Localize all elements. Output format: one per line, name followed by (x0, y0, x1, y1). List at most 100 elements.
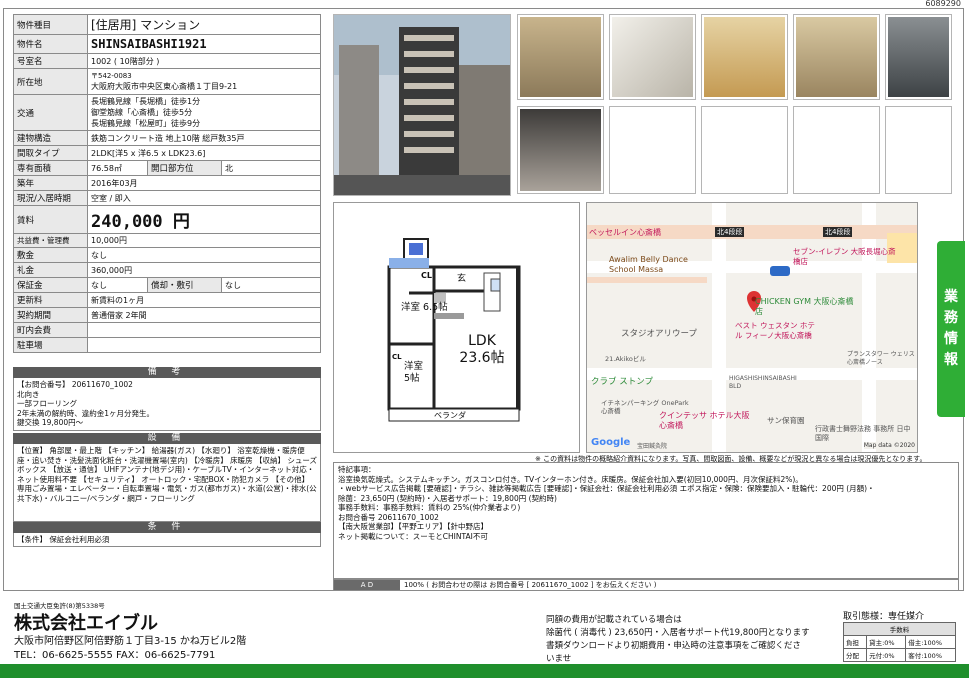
photo-empty (609, 106, 696, 194)
postal-code: 〒542-0083 (91, 72, 132, 80)
map-copyright: Map data ©2020 (863, 442, 915, 449)
spec-value: 新賃料の1ヶ月 (87, 292, 321, 308)
veranda-label: ベランダ (434, 411, 466, 420)
spec-key: 建物構造 (13, 130, 88, 146)
map-label: CHICKEN GYM 大阪心斎橋店 (755, 297, 854, 316)
spec-key: 開口部方位 (147, 160, 222, 176)
fee-note-line: 除菌代 ( 消毒代 ) 23,650円・入居者サポート代19,800円となります (546, 628, 810, 638)
spec-value: 空室 / 即入 (87, 190, 321, 206)
spec-value: なし (87, 277, 148, 293)
room-label: 洋室 6.5帖 (401, 302, 448, 313)
rent-value: 240,000 円 (87, 205, 321, 234)
setsubi-section: 設 備 【位置】 角部屋・最上階 【キッチン】 給湯器(ガス) 【水廻り】 浴室… (13, 433, 321, 522)
spec-value: なし (221, 277, 321, 293)
remarks-line: 事務手数料：事務手数料：賃料の 25%(仲介業者より) (338, 503, 521, 512)
photo-entrance[interactable] (517, 14, 604, 100)
photo-bicycle[interactable] (885, 14, 952, 100)
spec-key: 礼金 (13, 262, 88, 278)
spec-key: 交通 (13, 94, 88, 131)
room-label: 洋室 5帖 (404, 361, 424, 384)
remarks-line: 【南大阪営業部】【平野エリア】【針中野店】 (338, 522, 488, 531)
side-tab-char: 情 (944, 331, 958, 347)
remarks-line: ・webサービス広告掲載 [要確認]・チラシ、雑誌等掲載広告 [要確認]・保証会… (338, 484, 875, 493)
photo-lobby[interactable] (517, 106, 604, 194)
business-info-tab[interactable]: 業 務 情 報 (937, 241, 965, 417)
spec-key: 賃料 (13, 205, 88, 234)
photo-empty (885, 106, 952, 194)
bikou-line: 【お問合番号】 20611670_1002 (17, 380, 133, 389)
spec-key: 更新料 (13, 292, 88, 308)
photo-elevator[interactable] (793, 14, 880, 100)
address: 大阪府大阪市中央区東心斎橋１丁目9-21 (91, 82, 238, 91)
side-tab-char: 務 (944, 310, 958, 326)
remarks-line: ネット掲載について：スーモとCHINTAI不可 (338, 531, 488, 541)
area-map[interactable]: ベッセルイン心斎橋 北4段段 北4段段 Awalim Belly Dance S… (586, 202, 918, 453)
spec-value: 76.58㎡ (87, 160, 148, 176)
jouken-text: 【条件】 保証会社利用必須 (13, 533, 321, 547)
google-logo: Google (591, 437, 631, 448)
listing-id: 6089290 (925, 0, 961, 8)
spec-key: 保証金 (13, 277, 88, 293)
spec-key: 専有面積 (13, 160, 88, 176)
photo-mailbox[interactable] (609, 14, 696, 100)
room-label: LDK 23.6帖 (459, 333, 505, 366)
spec-key: 間取タイプ (13, 145, 88, 161)
spec-key: 共益費・管理費 (13, 233, 88, 248)
map-label: Awalim Belly Dance School Massa (609, 255, 688, 274)
closet-label: CL (421, 271, 432, 280)
bikou-line: 2年未満の解約時、違約金1ヶ月分発生。 (17, 408, 155, 418)
fee-value: 元付:0% (866, 648, 907, 662)
spec-table: 物件種目 [住居用] マンション 物件名 SHINSAIBASHI1921 号室名 1… (13, 14, 321, 353)
fee-key: 負担 (842, 635, 868, 649)
spec-value: [住居用] マンション (87, 14, 321, 35)
spec-value: 2LDK[洋5 x 洋6.5 x LDK23.6] (87, 145, 321, 161)
fee-value: 客付:100% (905, 648, 956, 662)
map-label: ベッセルイン心斎橋 (589, 228, 661, 237)
spec-value: 10,000円 (87, 233, 321, 248)
floor-plan[interactable]: 洋室 6.5帖 LDK 23.6帖 洋室 5帖 CL CL 玄 ベランダ (333, 202, 580, 453)
jouken-title: 条 件 (13, 522, 321, 533)
fee-header: 手数料 (843, 622, 956, 636)
spec-key: 町内会費 (13, 322, 88, 338)
company-address: 大阪市阿倍野区阿倍野筋１丁目3-15 かね万ビル2階 (14, 636, 247, 647)
map-label: 行政書士舞野法務 事務所 日中国際 (815, 425, 911, 442)
spec-key: 契約期間 (13, 307, 88, 323)
fee-note-line: 書類ダウンロードより初期費用・申込時の注意事項をご確認くださ (546, 641, 801, 651)
closet-label: CL (392, 353, 402, 361)
bikou-section: 備 考 【お問合番号】 20611670_1002 北向き 一部フローリング 2… (13, 367, 321, 431)
map-label: サン保育園 (767, 416, 805, 425)
setsubi-text: 【位置】 角部屋・最上階 【キッチン】 給湯器(ガス) 【水廻り】 浴室乾燥機・… (13, 444, 321, 522)
spec-value (87, 322, 321, 338)
transit-line: 長堀鶴見線「長堀橋」徒歩1分 (91, 97, 201, 106)
building-photo[interactable] (333, 14, 511, 196)
spec-value: なし (87, 247, 321, 263)
bikou-line: 一部フローリング (17, 399, 77, 408)
remarks-line: お問合番号 20611670_1002 (338, 512, 439, 522)
spec-value: 2016年03月 (87, 175, 321, 191)
fee-value: 貸主:0% (866, 635, 907, 649)
building-illustration (334, 15, 510, 195)
map-label: 宝田鍼灸院 (637, 443, 668, 450)
footer-strip (0, 664, 969, 678)
fee-note: 同額の費用が記載されている場合は 除菌代 ( 消毒代 ) 23,650円・入居者… (546, 614, 838, 666)
fee-note-line: 同額の費用が記載されている場合は (546, 615, 682, 625)
remarks-line: 除菌：23,650円 (契約時)・入居者サポート：19,800円 (契約時) (338, 493, 557, 503)
spec-key: 物件種目 (13, 14, 88, 35)
fee-key: 分配 (842, 648, 868, 662)
ad-label: A D (334, 580, 400, 590)
map-label: クインテッサ ホテル大阪心斎橋 (659, 411, 750, 430)
spec-key: 駐車場 (13, 337, 88, 353)
spec-value: 360,000円 (87, 262, 321, 278)
spec-key: 敷金 (13, 247, 88, 263)
setsubi-title: 設 備 (13, 433, 321, 444)
map-label: クラブ ストンプ (591, 377, 653, 387)
transit-line: 御堂筋線「心斎橋」徒歩5分 (91, 108, 193, 117)
map-label: 21.Akikoビル (605, 355, 646, 363)
map-label: 北4段段 (823, 227, 853, 237)
map-label: ベスト ウェスタン ホテル フィーノ大阪心斎橋 (735, 321, 815, 340)
spec-key: 償却・敷引 (147, 277, 222, 293)
spec-key: 現況/入居時期 (13, 190, 88, 206)
spec-value: 北 (221, 160, 321, 176)
transit-line: 長堀鶴見線「松屋町」徒歩9分 (91, 119, 201, 128)
photo-hallway[interactable] (701, 14, 788, 100)
